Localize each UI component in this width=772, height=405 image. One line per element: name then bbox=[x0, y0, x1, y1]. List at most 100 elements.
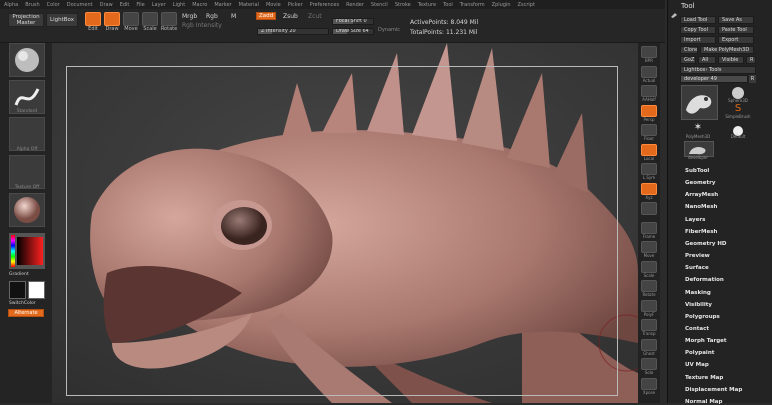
r-button[interactable]: R bbox=[746, 56, 756, 64]
tool-section-polypaint[interactable]: Polypaint bbox=[685, 350, 714, 356]
menu-stencil[interactable]: Stencil bbox=[371, 2, 388, 8]
tool-section-layers[interactable]: Layers bbox=[685, 217, 705, 223]
make-polymesh-button[interactable]: Make PolyMesh3D bbox=[700, 46, 754, 54]
all-button[interactable]: All bbox=[698, 56, 716, 64]
rgb-intensity-slider[interactable]: Rgb Intensity bbox=[182, 22, 222, 29]
tool-section-visibility[interactable]: Visibility bbox=[685, 302, 712, 308]
shelf-ghost-button[interactable]: Ghost bbox=[641, 338, 657, 356]
brush-thumbnail[interactable] bbox=[9, 43, 45, 77]
menu-edit[interactable]: Edit bbox=[120, 2, 130, 8]
shelf-persp-button[interactable]: Persp bbox=[641, 104, 657, 122]
zcut-button[interactable]: Zcut bbox=[308, 13, 322, 20]
shelf-local-button[interactable]: Local bbox=[641, 143, 657, 161]
z-intensity-slider[interactable]: Z Intensity 20 bbox=[257, 28, 329, 35]
shelf-rotate-button[interactable]: Rotate bbox=[641, 280, 657, 297]
tool-section-preview[interactable]: Preview bbox=[685, 253, 710, 259]
shelf-bpr-button[interactable]: BPR bbox=[641, 46, 657, 63]
import-button[interactable]: Import bbox=[680, 36, 716, 44]
load-tool-button[interactable]: Load Tool bbox=[680, 16, 716, 24]
tool-section-masking[interactable]: Masking bbox=[685, 290, 711, 296]
export-button[interactable]: Export bbox=[718, 36, 754, 44]
tool-section-texture-map[interactable]: Texture Map bbox=[685, 375, 723, 381]
shelf-xpose-button[interactable]: Xpose bbox=[641, 377, 657, 395]
current-tool-slider[interactable]: developer 49 bbox=[680, 75, 748, 83]
tool-section-morph-target[interactable]: Morph Target bbox=[685, 338, 727, 344]
tool-section-fibermesh[interactable]: FiberMesh bbox=[685, 229, 717, 235]
menu-picker[interactable]: Picker bbox=[288, 2, 303, 8]
menu-macro[interactable]: Macro bbox=[192, 2, 207, 8]
zadd-button[interactable]: Zadd bbox=[256, 12, 276, 20]
shelf-solo-button[interactable]: Solo bbox=[641, 358, 657, 375]
menu-render[interactable]: Render bbox=[346, 2, 364, 8]
rotate-mode-button[interactable]: Rotate bbox=[160, 12, 178, 32]
m-button[interactable]: M bbox=[231, 13, 236, 20]
lightbox-tools-button[interactable]: Lightbox› Tools bbox=[680, 66, 756, 74]
move-mode-button[interactable]: Move bbox=[122, 12, 140, 32]
secondary-color-swatch[interactable] bbox=[28, 281, 45, 299]
current-tool-thumbnail[interactable] bbox=[681, 85, 718, 120]
tool-section-normal-map[interactable]: Normal Map bbox=[685, 399, 722, 405]
tool-section-uv-map[interactable]: UV Map bbox=[685, 362, 709, 368]
material-thumbnail[interactable] bbox=[9, 193, 45, 227]
focal-shift-slider[interactable]: Focal Shift 0 bbox=[332, 18, 374, 25]
shelf-actual-button[interactable]: Actual bbox=[641, 65, 657, 83]
menu-zscript[interactable]: Zscript bbox=[518, 2, 535, 8]
tool-section-contact[interactable]: Contact bbox=[685, 326, 709, 332]
menu-layer[interactable]: Layer bbox=[152, 2, 166, 8]
tool-section-arraymesh[interactable]: ArrayMesh bbox=[685, 192, 718, 198]
tool-section-geometry-hd[interactable]: Geometry HD bbox=[685, 241, 727, 247]
tool-section-deformation[interactable]: Deformation bbox=[685, 277, 724, 283]
zsub-button[interactable]: Zsub bbox=[283, 13, 298, 20]
shelf-transp-button[interactable]: Transp bbox=[641, 319, 657, 336]
menu-tool[interactable]: Tool bbox=[443, 2, 453, 8]
shelf-spacer-button[interactable] bbox=[641, 202, 657, 219]
default-thumbnail[interactable] bbox=[730, 122, 746, 136]
switch-color-button[interactable]: SwitchColor bbox=[9, 301, 45, 306]
menu-document[interactable]: Document bbox=[67, 2, 93, 8]
sphere3d-thumbnail[interactable] bbox=[728, 85, 748, 99]
save-as-button[interactable]: Save As bbox=[718, 16, 754, 24]
tool-section-geometry[interactable]: Geometry bbox=[685, 180, 715, 186]
gradient-label[interactable]: Gradient bbox=[9, 272, 45, 277]
texture-thumbnail[interactable] bbox=[9, 155, 45, 189]
menu-file[interactable]: File bbox=[136, 2, 144, 8]
shelf-floor-button[interactable]: Floor bbox=[641, 124, 657, 141]
menu-texture[interactable]: Texture bbox=[418, 2, 436, 8]
mrgb-button[interactable]: Mrgb bbox=[182, 13, 197, 20]
menu-brush[interactable]: Brush bbox=[25, 2, 39, 8]
menu-alpha[interactable]: Alpha bbox=[4, 2, 18, 8]
menu-material[interactable]: Material bbox=[239, 2, 259, 8]
tool-r-button[interactable]: R bbox=[749, 75, 756, 83]
polymesh-star-icon[interactable]: ✶ bbox=[690, 122, 706, 134]
edit-mode-button[interactable]: Edit bbox=[84, 12, 102, 32]
scale-mode-button[interactable]: Scale bbox=[141, 12, 159, 32]
color-picker[interactable] bbox=[9, 233, 45, 269]
projection-master-button[interactable]: Projection Master bbox=[8, 13, 44, 27]
lightbox-button[interactable]: LightBox bbox=[46, 13, 78, 27]
paste-tool-button[interactable]: Paste Tool bbox=[718, 26, 754, 34]
copy-tool-button[interactable]: Copy Tool bbox=[680, 26, 716, 34]
shelf-polyf-button[interactable]: PolyF bbox=[641, 299, 657, 317]
shelf-move-button[interactable]: Move bbox=[641, 241, 657, 258]
menu-light[interactable]: Light bbox=[173, 2, 185, 8]
shelf-frame-button[interactable]: Frame bbox=[641, 221, 657, 239]
draw-mode-button[interactable]: Draw bbox=[103, 12, 121, 32]
shelf-lsym-button[interactable]: L.Sym bbox=[641, 163, 657, 180]
goz-button[interactable]: GoZ bbox=[680, 56, 696, 64]
tool-section-surface[interactable]: Surface bbox=[685, 265, 709, 271]
menu-stroke[interactable]: Stroke bbox=[395, 2, 411, 8]
alternate-button[interactable]: Alternate bbox=[8, 309, 44, 317]
tool-section-subtool[interactable]: SubTool bbox=[685, 168, 709, 174]
canvas-viewport[interactable] bbox=[52, 43, 638, 403]
menu-color[interactable]: Color bbox=[47, 2, 60, 8]
shelf-xyz-button[interactable]: Xyz bbox=[641, 182, 657, 200]
shelf-scale-button[interactable]: Scale bbox=[641, 260, 657, 278]
menu-zplugin[interactable]: Zplugin bbox=[492, 2, 511, 8]
menu-transform[interactable]: Transform bbox=[460, 2, 485, 8]
menu-draw[interactable]: Draw bbox=[100, 2, 113, 8]
shelf-aahalf-button[interactable]: AAHalf bbox=[641, 85, 657, 102]
menu-movie[interactable]: Movie bbox=[266, 2, 281, 8]
alpha-thumbnail[interactable] bbox=[9, 117, 45, 151]
visible-button[interactable]: Visible bbox=[718, 56, 744, 64]
dynamic-button[interactable]: Dynamic bbox=[378, 27, 400, 33]
